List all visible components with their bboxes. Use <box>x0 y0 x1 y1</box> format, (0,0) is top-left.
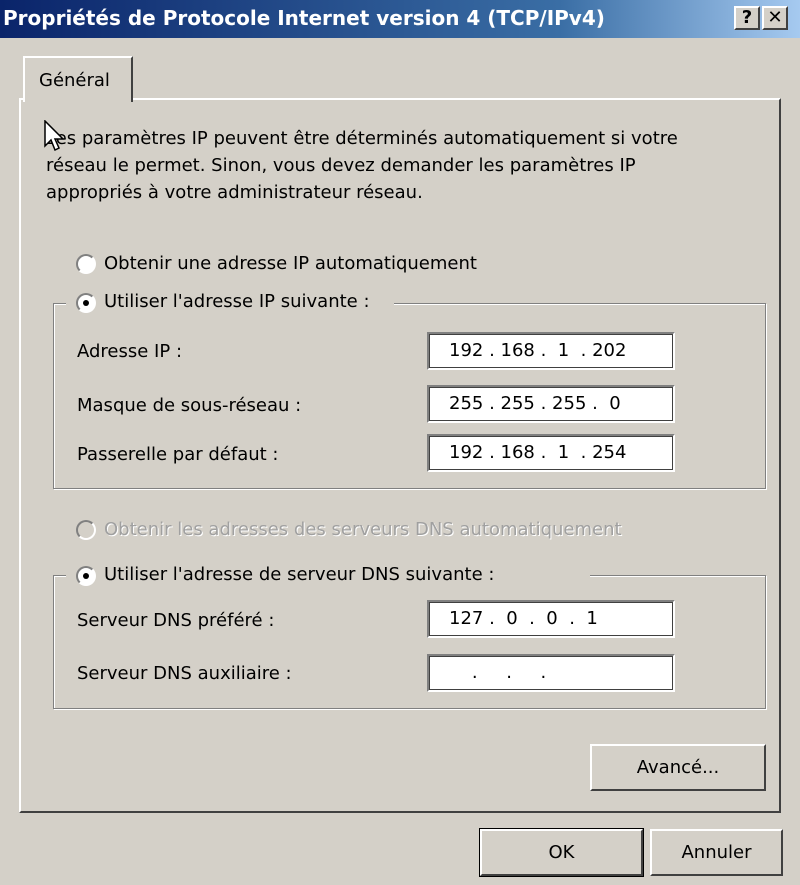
dns-manual-label[interactable]: Utiliser l'adresse de serveur DNS suivan… <box>104 564 494 585</box>
ip-manual-radio[interactable] <box>76 293 96 313</box>
dns-preferred-label: Serveur DNS préféré : <box>77 610 275 631</box>
tab-general-label: Général <box>39 70 110 91</box>
ip-auto-label[interactable]: Obtenir une adresse IP automatiquement <box>104 253 477 274</box>
dns-manual-radio[interactable] <box>76 566 96 586</box>
tab-general[interactable]: Général <box>23 56 133 102</box>
help-button[interactable]: ? <box>734 6 760 30</box>
cancel-button[interactable]: Annuler <box>650 829 783 876</box>
ip-manual-label[interactable]: Utiliser l'adresse IP suivante : <box>104 291 370 312</box>
subnet-mask-label: Masque de sous-réseau : <box>77 395 302 416</box>
dns-auto-label[interactable]: Obtenir les adresses des serveurs DNS au… <box>104 519 622 540</box>
close-icon: ✕ <box>767 7 783 28</box>
close-button[interactable]: ✕ <box>762 6 788 30</box>
ip-auto-radio[interactable] <box>76 254 96 274</box>
advanced-button[interactable]: Avancé... <box>590 744 766 791</box>
window-title: Propriétés de Protocole Internet version… <box>3 6 605 30</box>
ip-address-label: Adresse IP : <box>77 341 183 362</box>
ip-address-input[interactable]: 192 . 168 . 1 . 202 <box>427 332 675 370</box>
gateway-input[interactable]: 192 . 168 . 1 . 254 <box>427 434 675 472</box>
dns-preferred-input[interactable]: 127 . 0 . 0 . 1 <box>427 600 675 638</box>
ok-button[interactable]: OK <box>479 828 644 877</box>
dns-auto-radio[interactable] <box>76 520 96 540</box>
intro-text: Les paramètres IP peuvent être déterminé… <box>46 128 678 203</box>
dns-alternate-label: Serveur DNS auxiliaire : <box>77 663 292 684</box>
gateway-label: Passerelle par défaut : <box>77 444 279 465</box>
subnet-mask-input[interactable]: 255 . 255 . 255 . 0 <box>427 385 675 423</box>
dns-alternate-input[interactable]: . . . <box>427 654 675 692</box>
mouse-cursor-icon <box>44 120 65 152</box>
